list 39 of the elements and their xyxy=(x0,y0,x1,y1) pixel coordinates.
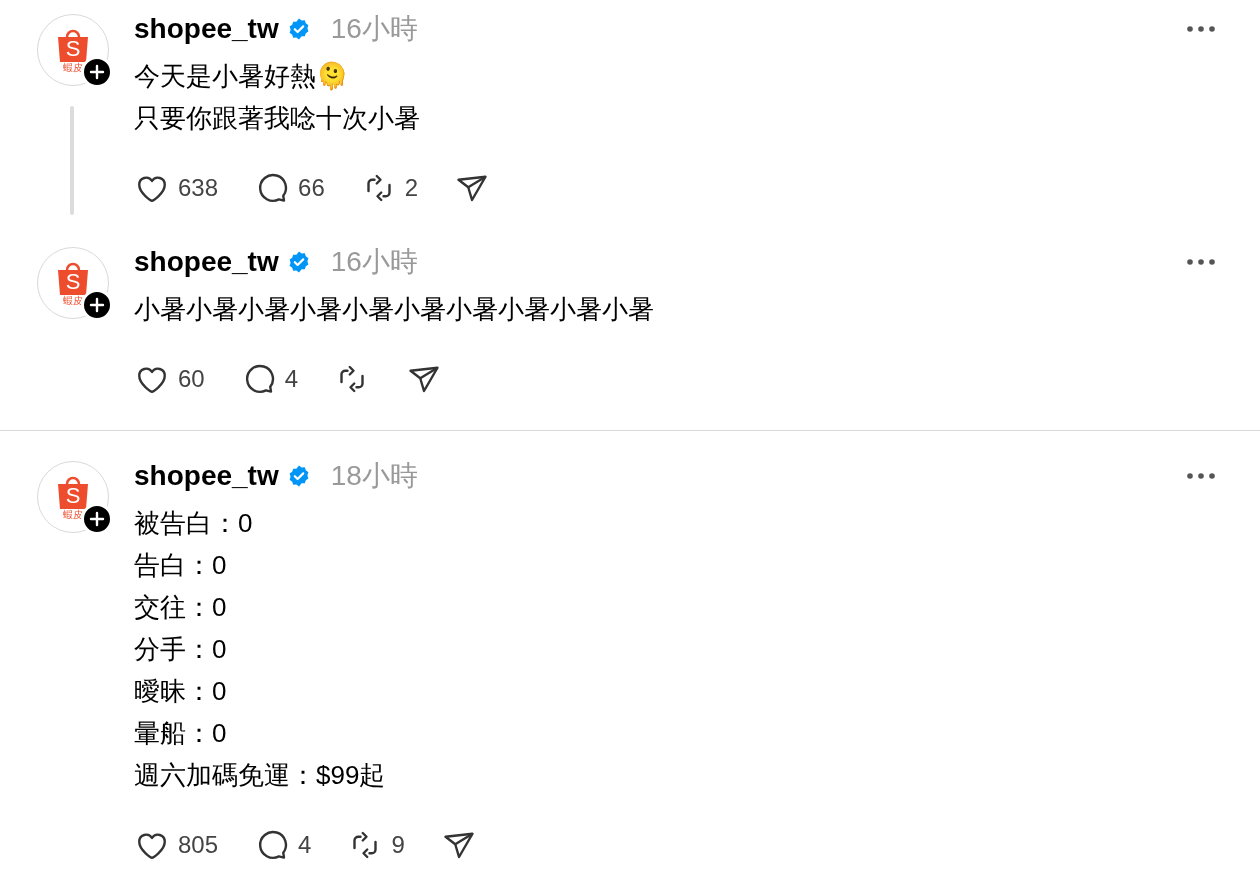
logo-caption: 蝦皮 xyxy=(63,295,83,307)
shopping-bag-icon xyxy=(55,28,91,62)
logo-caption: 蝦皮 xyxy=(63,62,83,74)
post-time: 16小時 xyxy=(330,14,418,44)
post-text-line: 小暑小暑小暑小暑小暑小暑小暑小暑小暑小暑 xyxy=(134,293,655,326)
username[interactable]: shopee_tw xyxy=(134,14,279,44)
post-text-line: 週六加碼免運：$99起 xyxy=(134,759,387,792)
reply-button[interactable]: 4 xyxy=(240,359,299,399)
post-text-line: 告白：0 xyxy=(134,549,228,582)
plus-icon xyxy=(89,64,105,80)
repost-button[interactable]: 9 xyxy=(347,825,405,865)
username[interactable]: shopee_tw xyxy=(134,247,279,277)
reply-button[interactable]: 66 xyxy=(254,168,325,208)
plus-icon xyxy=(89,297,105,313)
post-time: 18小時 xyxy=(330,461,418,491)
repost-button[interactable]: 2 xyxy=(360,168,419,208)
reply-button[interactable]: 4 xyxy=(254,825,312,865)
more-options-icon[interactable] xyxy=(1186,25,1216,33)
post-text-line: 交往：0 xyxy=(134,591,228,624)
shopping-bag-icon xyxy=(55,261,91,295)
post-text-line: 被告白：0 xyxy=(134,507,254,540)
post-text-line: 今天是小暑好熱🫠 xyxy=(134,60,349,93)
post-text-line: 暈船：0 xyxy=(134,717,228,750)
like-button[interactable]: 638 xyxy=(134,168,219,208)
plus-icon xyxy=(89,511,105,527)
logo-caption: 蝦皮 xyxy=(63,509,83,521)
post-text-line: 只要你跟著我唸十次小暑 xyxy=(134,102,421,135)
logo-letter: S xyxy=(65,484,81,508)
username[interactable]: shopee_tw xyxy=(134,461,279,491)
shopping-bag-icon xyxy=(55,475,91,509)
more-options-icon[interactable] xyxy=(1186,258,1216,266)
post-text-line: 分手：0 xyxy=(134,633,228,666)
more-options-icon[interactable] xyxy=(1186,472,1216,480)
logo-letter: S xyxy=(65,37,81,61)
post-time: 16小時 xyxy=(330,247,418,277)
like-button[interactable]: 805 xyxy=(134,825,219,865)
like-button[interactable]: 60 xyxy=(134,359,205,399)
logo-letter: S xyxy=(65,270,81,294)
post-text-line: 曖昧：0 xyxy=(134,675,228,708)
